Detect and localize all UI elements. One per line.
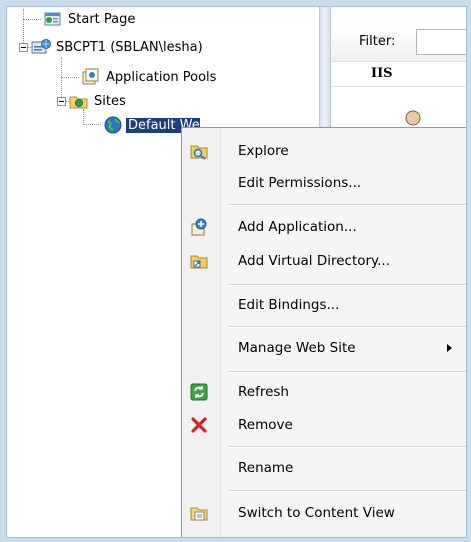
tree-line [83,109,84,125]
globe-icon [103,116,123,134]
menu-item-label: Edit Permissions... [238,175,362,191]
server-icon [31,38,51,56]
explore-icon [190,142,208,160]
menu-item-label: Edit Bindings... [238,297,340,313]
add-application-icon [190,218,208,236]
menu-item-edit-permissions[interactable]: Edit Permissions... [184,168,466,198]
menu-separator [228,446,466,448]
menu-item-label: Refresh [238,384,289,400]
menu-item-explore[interactable]: Explore [184,136,466,166]
iis-section-label: IIS [371,66,393,81]
menu-item-switch-to-content-view[interactable]: Switch to Content View [184,498,466,528]
iis-section-header: IIS [331,61,466,87]
context-menu: Explore Edit Permissions... Add Applicat… [181,127,466,537]
content-view-icon [190,504,208,522]
menu-separator [228,371,466,373]
menu-item-label: Switch to Content View [238,505,395,521]
menu-separator [228,326,466,328]
tree-line [83,124,101,125]
menu-item-add-virtual-directory[interactable]: Add Virtual Directory... [184,246,466,276]
add-virtual-directory-icon [190,252,208,270]
menu-item-label: Rename [238,460,294,476]
collapse-sites-toggle[interactable] [57,97,66,106]
tree-node-label: Start Page [68,11,136,27]
iis-manager-window: Start Page SBCPT1 (SBLAN\lesha) Applicat… [6,6,467,538]
remove-icon [190,416,208,434]
filter-bar: Filter: [331,25,466,61]
tree-node-server[interactable]: SBCPT1 (SBLAN\lesha) [31,37,205,57]
filter-label: Filter: [359,34,396,49]
tree-node-label: Application Pools [106,69,217,85]
tree-line [61,77,79,78]
tree-node-sites[interactable]: Sites [69,91,128,111]
menu-item-label: Remove [238,417,293,433]
menu-separator [228,490,466,492]
menu-separator [228,204,466,206]
collapse-server-toggle[interactable] [19,43,28,52]
menu-item-label: Add Virtual Directory... [238,253,391,269]
tree-node-label: SBCPT1 (SBLAN\lesha) [56,39,203,55]
menu-item-refresh[interactable]: Refresh [184,377,466,407]
tree-line [23,19,41,20]
menu-item-label: Manage Web Site [238,340,356,356]
menu-separator [228,284,466,286]
sites-folder-icon [69,92,89,110]
tree-node-label: Sites [94,93,126,109]
menu-item-label: Add Application... [238,219,357,235]
application-pools-icon [81,68,101,86]
menu-item-label: Explore [238,143,289,159]
menu-item-manage-web-site[interactable]: Manage Web Site [184,333,466,363]
menu-item-rename[interactable]: Rename [184,453,466,483]
menu-item-edit-bindings[interactable]: Edit Bindings... [184,290,466,320]
tree-node-start-page[interactable]: Start Page [43,9,137,29]
submenu-arrow-icon [447,344,452,352]
menu-item-add-application[interactable]: Add Application... [184,212,466,242]
tree-node-application-pools[interactable]: Application Pools [81,67,218,87]
start-page-icon [43,10,63,28]
filter-input[interactable] [416,29,466,55]
menu-item-remove[interactable]: Remove [184,410,466,440]
refresh-icon [190,383,208,401]
